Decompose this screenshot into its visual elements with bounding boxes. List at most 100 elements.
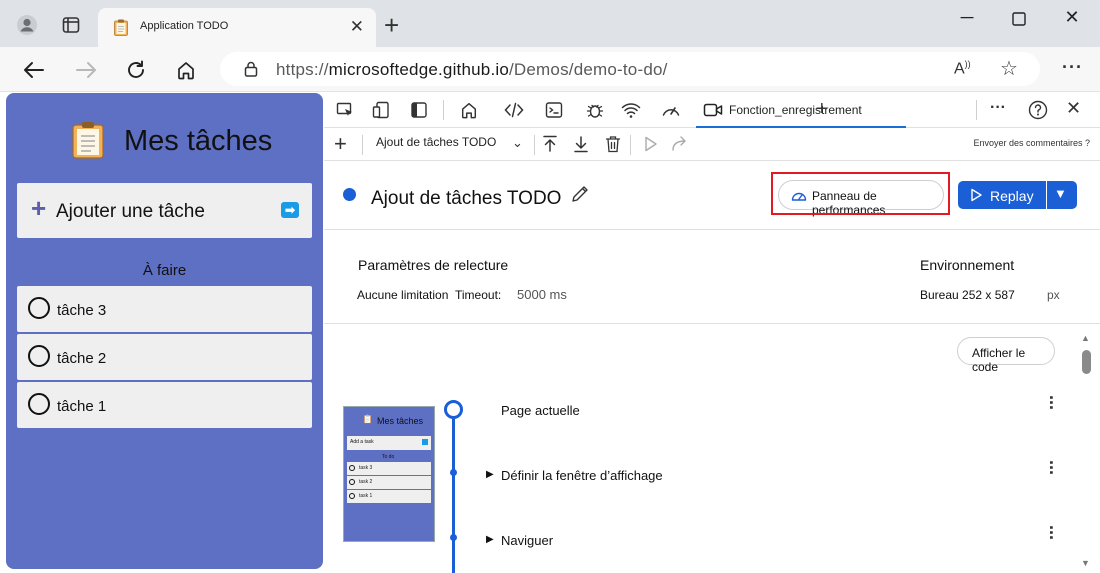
timeline-line [452, 419, 455, 573]
step-menu-icon[interactable]: ··· [1040, 460, 1061, 475]
network-wifi-icon[interactable] [620, 99, 642, 121]
elements-code-icon[interactable] [503, 99, 525, 121]
thumbnail-clipboard-icon: 📋 [362, 414, 374, 424]
close-tab-icon[interactable]: ✕ [350, 17, 364, 37]
step-menu-icon[interactable]: ··· [1040, 395, 1061, 410]
task-label: tâche 1 [57, 398, 107, 415]
browser-nav-bar: https://microsoftedge.github.io/Demos/de… [0, 47, 1100, 92]
step-label[interactable]: Naviguer [501, 533, 553, 548]
task-label: tâche 2 [57, 350, 107, 367]
tab-title: Application TODO [140, 20, 229, 32]
devtools-panel: Fonction_enregistrement + ··· ✕ + Ajout … [324, 92, 1100, 573]
clipboard-logo-icon [72, 122, 104, 159]
tab-actions-icon[interactable] [58, 12, 84, 38]
thumbnail-title: Mes tâches [377, 416, 424, 426]
environment-header: Environnement [920, 257, 1015, 273]
add-task-label: Ajouter une tâche [56, 201, 205, 222]
active-browser-tab[interactable]: Application TODO ✕ [98, 8, 376, 48]
scrollbar-thumb[interactable] [1082, 350, 1091, 374]
play-icon [971, 188, 982, 202]
replay-settings-header: Paramètres de relecture [358, 257, 509, 273]
read-aloud-icon[interactable]: A)) [954, 59, 971, 78]
export-icon[interactable] [539, 133, 561, 155]
url-text[interactable]: https://microsoftedge.github.io/Demos/de… [276, 60, 668, 80]
sources-bug-icon[interactable] [584, 99, 606, 121]
step-label[interactable]: Définir la fenêtre d’affichage [501, 468, 663, 483]
back-icon[interactable] [20, 56, 48, 84]
todo-section-title: À faire [142, 262, 187, 279]
timeout-value[interactable]: 5000 ms [517, 287, 567, 302]
scroll-down-icon[interactable]: ▼ [1081, 558, 1090, 568]
expand-step-icon[interactable]: ▶ [486, 534, 494, 545]
show-code-button[interactable]: Afficher le code [957, 337, 1055, 374]
inspect-element-icon[interactable] [334, 99, 356, 121]
add-task-button[interactable]: + Ajouter une tâche ➡ [17, 183, 312, 238]
more-tools-icon[interactable]: ··· [990, 99, 1006, 117]
tab-recorder-label: Fonction_enregistrement [729, 103, 862, 117]
timeout-label: Timeout: [455, 288, 502, 302]
browser-tab-bar: Application TODO ✕ + ─ ✕ [0, 0, 1100, 48]
console-icon[interactable] [543, 99, 565, 121]
import-icon[interactable] [570, 133, 592, 155]
profile-icon[interactable] [14, 12, 40, 38]
page-thumbnail: 📋 Mes tâches Add a task To do task 3 tas… [343, 406, 435, 542]
task-checkbox[interactable] [28, 393, 50, 415]
timeline-node [450, 469, 457, 476]
device-emulation-icon[interactable] [370, 99, 392, 121]
throttle-value[interactable]: Aucune limitation [357, 288, 448, 302]
new-tab-icon[interactable]: + [384, 12, 399, 38]
clipboard-favicon-icon [114, 19, 128, 36]
app-title: Mes tâches [124, 125, 273, 157]
send-feedback-link[interactable]: Envoyer des commentaires ? [973, 138, 1090, 148]
recording-title[interactable]: Ajout de tâches TODO [371, 188, 561, 210]
create-recording-icon[interactable]: + [334, 131, 347, 157]
task-item[interactable]: tâche 1 [17, 382, 312, 428]
task-item[interactable]: tâche 3 [17, 286, 312, 332]
delete-trash-icon[interactable] [602, 133, 624, 155]
chevron-down-icon[interactable]: ⌄ [512, 135, 523, 151]
lock-icon[interactable] [244, 61, 258, 77]
add-panel-icon[interactable]: + [816, 98, 828, 121]
minimize-icon[interactable]: ─ [952, 7, 982, 28]
play-icon[interactable] [640, 133, 662, 155]
recording-select[interactable]: Ajout de tâches TODO [376, 135, 496, 149]
step-label[interactable]: Page actuelle [501, 403, 580, 418]
favorite-star-icon[interactable]: ☆ [1000, 56, 1018, 81]
task-label: tâche 3 [57, 302, 107, 319]
highlight-box [771, 172, 950, 215]
performance-gauge-icon[interactable] [660, 99, 682, 121]
tab-recorder[interactable]: Fonction_enregistrement [696, 92, 906, 128]
task-item[interactable]: tâche 2 [17, 334, 312, 380]
step-menu-icon[interactable]: ··· [1040, 525, 1061, 540]
recording-status-dot [343, 188, 356, 201]
forward-icon[interactable] [72, 56, 100, 84]
task-checkbox[interactable] [28, 345, 50, 367]
close-devtools-icon[interactable]: ✕ [1066, 98, 1081, 119]
dock-side-icon[interactable] [408, 99, 430, 121]
todo-app: Mes tâches + Ajouter une tâche ➡ À faire… [6, 93, 323, 569]
recording-steps: Afficher le code 📋 Mes tâches Add a task… [324, 325, 1100, 573]
replay-step-icon[interactable] [669, 133, 691, 155]
environment-unit: px [1047, 288, 1060, 302]
environment-value: Bureau 252 x 587 [920, 288, 1015, 302]
timeline-start-node [444, 400, 463, 419]
replay-options-dropdown-icon[interactable]: ▼ [1054, 186, 1067, 201]
refresh-icon[interactable] [122, 56, 150, 84]
close-window-icon[interactable]: ✕ [1057, 7, 1087, 28]
address-bar[interactable]: https://microsoftedge.github.io/Demos/de… [220, 52, 1040, 86]
submit-arrow-icon[interactable]: ➡ [281, 202, 299, 218]
devtools-toolbar: Fonction_enregistrement + ··· ✕ [324, 92, 1100, 128]
help-icon[interactable] [1027, 99, 1049, 121]
maximize-icon[interactable] [1004, 10, 1034, 31]
replay-settings: Paramètres de relecture Aucune limitatio… [324, 231, 1100, 324]
replay-button[interactable]: Replay ▼ [958, 181, 1077, 209]
task-checkbox[interactable] [28, 297, 50, 319]
scroll-up-icon[interactable]: ▲ [1081, 333, 1090, 343]
settings-menu-icon[interactable]: ··· [1062, 57, 1083, 78]
edit-pencil-icon[interactable] [570, 184, 590, 204]
welcome-home-icon[interactable] [458, 99, 480, 121]
recorder-toolbar: + Ajout de tâches TODO ⌄ Envoyer des com… [324, 129, 1100, 161]
home-icon[interactable] [172, 56, 200, 84]
expand-step-icon[interactable]: ▶ [486, 469, 494, 480]
plus-icon: + [31, 193, 47, 223]
